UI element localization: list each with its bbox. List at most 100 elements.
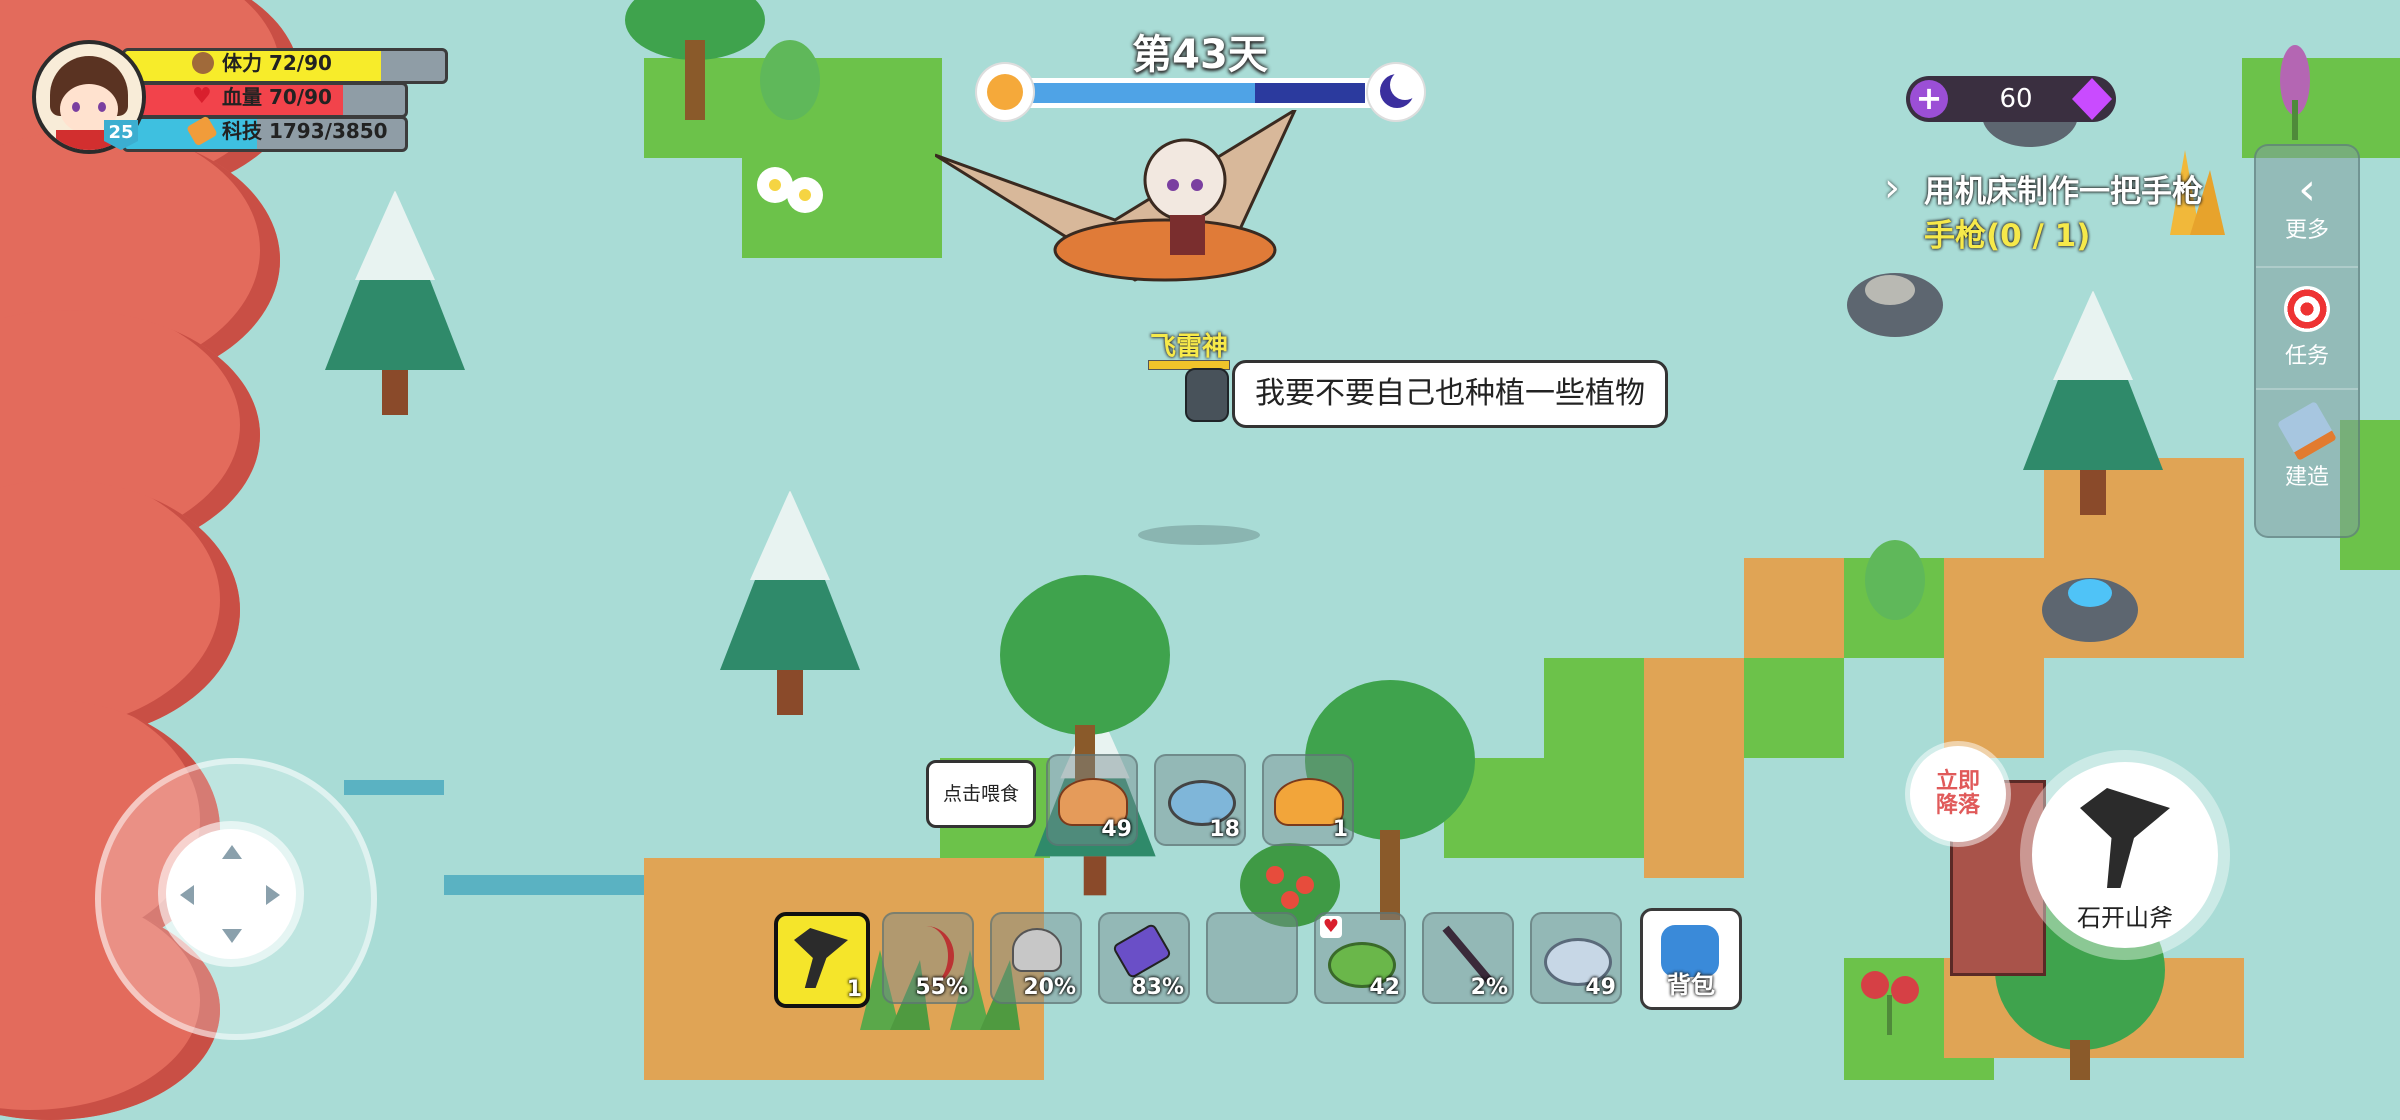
water-edge — [444, 875, 644, 895]
day-night-bar — [1000, 78, 1400, 108]
hotbar-slot-stew-bowl[interactable]: 49 — [1530, 912, 1622, 1004]
stamina-label: 体力 — [222, 51, 262, 75]
dirt-tile — [1644, 658, 1744, 878]
more-label: 更多 — [2284, 218, 2329, 243]
fern-plant — [1865, 540, 1925, 620]
right-menu: ‹ 更多 任务 建造 — [2254, 144, 2360, 538]
snowy-pine-tree — [325, 190, 465, 415]
joystick-knob[interactable] — [166, 829, 296, 959]
hotbar-slot-bow[interactable]: 55% — [882, 912, 974, 1004]
backpack-button[interactable]: 背包 — [1640, 908, 1742, 1010]
land-label-line2: 降落 — [1935, 793, 1980, 818]
stamina-text: 体力 72/90 — [222, 48, 332, 78]
quest-progress: 手枪(0 / 1) — [1924, 218, 2091, 254]
tech-label: 科技 — [222, 119, 262, 143]
hotbar-count: 20% — [1023, 975, 1076, 1000]
dirt-tile — [1944, 558, 2044, 758]
battle-axe-icon — [1012, 928, 1062, 972]
down-arrow-icon — [222, 929, 242, 943]
leafy-tree — [625, 0, 765, 120]
health-label: 血量 — [222, 85, 262, 109]
right-arrow-icon — [266, 885, 280, 905]
feed-count: 18 — [1209, 817, 1240, 842]
red-flower — [1861, 971, 1919, 1035]
feed-count: 1 — [1332, 817, 1348, 842]
snowy-pine-tree — [2023, 290, 2163, 515]
white-flower — [757, 167, 823, 213]
hotbar-slot-stone-axe[interactable]: 1 — [774, 912, 870, 1008]
health-text: 血量 70/90 — [222, 82, 332, 112]
dirt-tile — [1744, 558, 1844, 658]
tasks-label: 任务 — [2284, 344, 2329, 369]
hotbar-count: 49 — [1585, 975, 1616, 1000]
stamina-value: 72/90 — [268, 51, 332, 75]
land-now-button[interactable]: 立即 降落 — [1910, 746, 2006, 842]
gem-icon — [2072, 78, 2112, 120]
blue-ore-rock — [2042, 578, 2138, 642]
night-progress-fill — [1255, 83, 1365, 103]
tech-text: 科技 1793/3850 — [222, 116, 388, 146]
gem-count: 60 — [1999, 84, 2033, 114]
hotbar-count: 2% — [1470, 975, 1508, 1000]
joystick[interactable] — [95, 758, 377, 1040]
feed-button[interactable]: 点击喂食 — [926, 760, 1036, 828]
hotbar-count: 1 — [846, 977, 862, 1002]
tech-value: 1793/3850 — [268, 119, 388, 143]
target-icon — [2284, 286, 2330, 332]
action-button-inner[interactable]: 石开山斧 — [2032, 762, 2218, 948]
moon-icon — [1368, 64, 1424, 120]
hotbar-slot-empty[interactable] — [1206, 912, 1298, 1004]
health-value: 70/90 — [268, 85, 332, 109]
build-button[interactable]: 建造 — [2256, 388, 2358, 510]
hotbar-count: 42 — [1369, 975, 1400, 1000]
up-arrow-icon — [222, 845, 242, 859]
quest-arrow-icon: › — [1884, 165, 1900, 211]
quest-tracker[interactable]: › 用机床制作一把手枪 手枪(0 / 1) — [1884, 162, 2244, 254]
purple-flower — [2280, 45, 2310, 140]
feed-slot-roast-meat[interactable]: 49 — [1046, 754, 1138, 846]
hotbar-count: 83% — [1131, 975, 1184, 1000]
heart-badge-icon: ♥ — [1320, 916, 1342, 938]
build-label: 建造 — [2284, 465, 2329, 490]
hotbar-count: 55% — [915, 975, 968, 1000]
npc-name: 飞雷神 — [1150, 332, 1229, 362]
npc-speech-bubble: 我要不要自己也种植一些植物 — [1232, 360, 1668, 428]
player-hud: 体力 72/90 ♥ 血量 70/90 科技 1793/3850 25 — [32, 40, 452, 160]
hotbar-slot-battle-axe[interactable]: 20% — [990, 912, 1082, 1004]
grass-tile — [1744, 658, 1844, 758]
action-button[interactable]: 石开山斧 — [2020, 750, 2230, 960]
npc-speech-text: 我要不要自己也种植一些植物 — [1255, 376, 1645, 411]
day-label: 第43天 — [1132, 32, 1268, 78]
hammer-icon — [2276, 400, 2338, 462]
more-button[interactable]: ‹ 更多 — [2256, 146, 2358, 266]
land-label-line1: 立即 — [1935, 769, 1980, 794]
fern-plant — [760, 40, 820, 120]
rock — [1847, 273, 1943, 337]
water-edge — [344, 780, 444, 795]
npc-robot[interactable] — [1185, 368, 1229, 422]
player-riding-pterosaur — [935, 110, 1297, 282]
left-arrow-icon — [180, 885, 194, 905]
hotbar-slot-spear[interactable]: 2% — [1422, 912, 1514, 1004]
level-text: 25 — [108, 122, 134, 143]
add-gems-icon[interactable]: + — [1910, 80, 1948, 118]
backpack-label: 背包 — [1667, 971, 1715, 999]
quest-title: 用机床制作一把手枪 — [1924, 174, 2203, 210]
action-label: 石开山斧 — [2077, 904, 2173, 932]
feed-slot-canned-food[interactable]: 18 — [1154, 754, 1246, 846]
feed-count: 49 — [1101, 817, 1132, 842]
chevron-left-icon: ‹ — [2298, 164, 2316, 215]
stone-axe-icon — [794, 928, 848, 988]
feed-slot-fruit-tart[interactable]: 1 — [1262, 754, 1354, 846]
feed-label: 点击喂食 — [942, 783, 1019, 805]
sun-icon — [977, 64, 1033, 120]
battery-icon — [1111, 922, 1173, 980]
stamina-icon — [192, 52, 214, 74]
player-shadow — [1138, 525, 1260, 545]
day-progress-fill — [1030, 83, 1255, 103]
heart-icon: ♥ — [192, 84, 212, 109]
hotbar-slot-herb-bowl[interactable]: ♥ 42 — [1314, 912, 1406, 1004]
hotbar-slot-battery[interactable]: 83% — [1098, 912, 1190, 1004]
tasks-button[interactable]: 任务 — [2256, 266, 2358, 388]
gem-counter[interactable]: + 60 — [1906, 76, 2116, 122]
